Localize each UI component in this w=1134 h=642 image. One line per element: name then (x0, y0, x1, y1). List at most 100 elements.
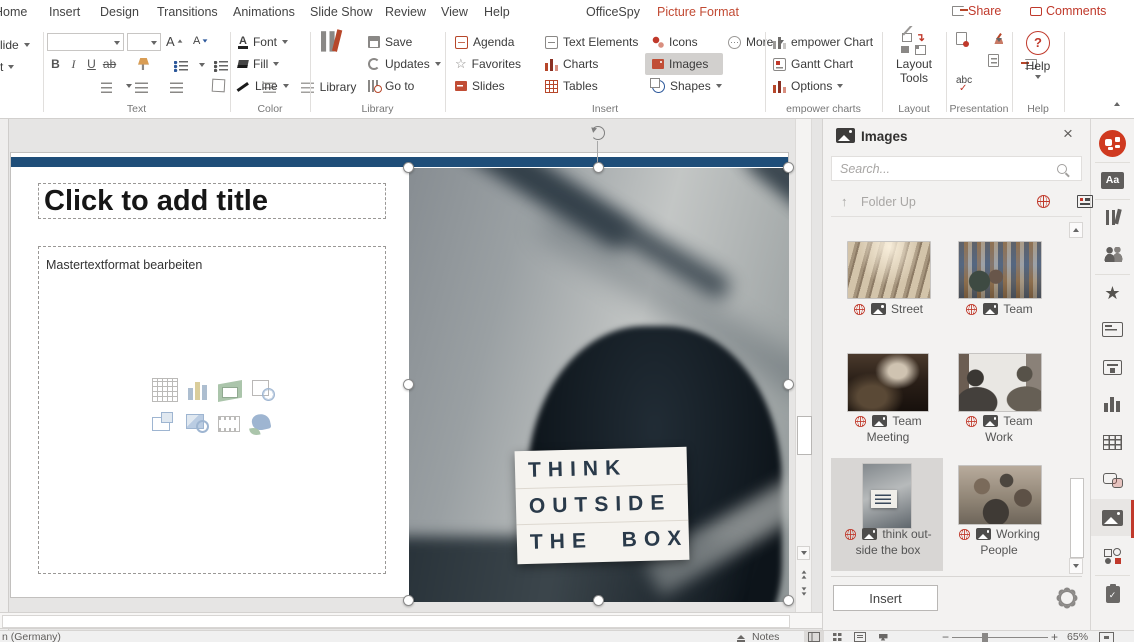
zoom-out-button[interactable]: − (942, 630, 949, 642)
library-button[interactable]: Library (316, 32, 360, 94)
search-input[interactable] (832, 157, 1062, 180)
label-team[interactable]: Team (938, 302, 1060, 316)
insert-table-icon[interactable] (152, 378, 178, 402)
strikethrough-button[interactable]: ab (102, 57, 117, 71)
selection-handle-bottom-middle[interactable] (593, 595, 604, 606)
insert-icons-icon[interactable] (251, 412, 272, 431)
columns-button[interactable] (211, 79, 225, 93)
shrink-font-button[interactable]: A (193, 32, 208, 50)
font-name-combo[interactable] (47, 33, 124, 51)
bullet-list-button[interactable] (174, 61, 188, 72)
insert-screenshot-icon[interactable] (152, 417, 170, 431)
sidebar-empower-logo[interactable] (1091, 125, 1134, 162)
selection-handle-top-middle[interactable] (593, 162, 604, 173)
charts-button[interactable]: Charts (545, 55, 598, 73)
slide-image-think-outside-the-box[interactable]: THINK OUTSIDE THE BOX (409, 168, 789, 602)
tab-picture-format[interactable]: Picture Format (657, 5, 739, 19)
panel-scroll-up-button[interactable] (1069, 222, 1083, 238)
insert-video-icon[interactable] (218, 416, 240, 432)
settings-gear-icon[interactable] (1059, 590, 1075, 606)
underline-button[interactable]: U (84, 57, 99, 71)
scroll-down-button[interactable] (797, 546, 810, 560)
panel-scroll-down-button[interactable] (1069, 558, 1083, 574)
tables-button[interactable]: Tables (545, 77, 598, 95)
sidebar-charts[interactable] (1091, 386, 1134, 423)
layout-button-clipped[interactable]: t (0, 58, 14, 76)
selection-handle-top-right[interactable] (783, 162, 794, 173)
insert-image-button[interactable]: Insert (833, 585, 938, 611)
sidebar-shared-library[interactable] (1091, 236, 1134, 273)
thumbnail-think-outside-the-box[interactable] (862, 463, 912, 529)
zoom-level[interactable]: 65% (1067, 631, 1088, 642)
font-size-combo[interactable] (127, 33, 161, 51)
list-dropdown-icon[interactable] (199, 63, 205, 67)
reading-view-button[interactable] (850, 631, 870, 642)
insert-3d-model-icon[interactable] (252, 380, 269, 396)
tab-insert[interactable]: Insert (49, 5, 80, 19)
clean-dropdown-icon[interactable] (996, 38, 1002, 42)
tab-officespy[interactable]: OfficeSpy (586, 5, 640, 19)
spellcheck-button[interactable]: abc ✓ (956, 76, 972, 94)
tab-home[interactable]: Home (0, 5, 27, 19)
favorites-button[interactable]: ☆ Favorites (455, 55, 521, 73)
align-left-button[interactable] (101, 82, 112, 93)
thumbnail-street[interactable] (847, 241, 931, 299)
notes-button[interactable]: Notes (737, 631, 779, 642)
title-placeholder[interactable]: Click to add title (38, 183, 386, 219)
grow-font-button[interactable]: A (166, 32, 183, 50)
help-button[interactable]: ? Help (1017, 31, 1059, 79)
sidebar-tables[interactable] (1091, 424, 1134, 461)
slideshow-button[interactable] (873, 631, 893, 642)
label-street[interactable]: Street (827, 302, 949, 316)
label-team-work[interactable]: Team (938, 414, 1060, 428)
sidebar-library[interactable] (1091, 199, 1134, 236)
tab-review[interactable]: Review (385, 5, 426, 19)
fit-slide-to-window-icon[interactable] (1099, 632, 1114, 642)
format-painter-icon[interactable] (138, 58, 149, 70)
insert-pictures-icon[interactable] (186, 414, 204, 429)
previous-slide-button[interactable] (797, 567, 810, 581)
collapse-ribbon-icon[interactable] (1114, 102, 1120, 106)
next-slide-button[interactable] (797, 584, 810, 598)
options-button[interactable]: Options (773, 77, 843, 95)
save-button[interactable]: Save (368, 33, 412, 51)
empower-chart-button[interactable]: empower Chart (773, 33, 873, 51)
label-working-people[interactable]: Working (938, 527, 1060, 541)
sidebar-slides[interactable] (1091, 311, 1134, 348)
insert-chart-icon[interactable] (186, 378, 210, 400)
gantt-chart-button[interactable]: Gantt Chart (773, 55, 853, 73)
checklist-icon[interactable] (988, 54, 999, 67)
selection-handle-middle-left[interactable] (403, 379, 414, 390)
sidebar-favorites[interactable]: ★ (1091, 274, 1134, 311)
fill-color-button[interactable]: Fill (238, 55, 279, 73)
text-elements-button[interactable]: Text Elements (545, 33, 638, 51)
selected-tile-think-outside-the-box[interactable]: think out- side the box (831, 458, 943, 571)
check-document-icon[interactable] (956, 32, 967, 45)
font-color-button[interactable]: A Font (238, 33, 288, 51)
numbered-list-button[interactable] (214, 61, 228, 72)
hscrollbar-thumb[interactable] (2, 615, 790, 628)
thumbnail-team-work[interactable] (958, 353, 1042, 412)
selection-handle-top-left[interactable] (403, 162, 414, 173)
panel-scrollbar-thumb[interactable] (1070, 478, 1084, 558)
online-source-icon[interactable] (1037, 195, 1050, 208)
updates-button[interactable]: Updates (368, 55, 441, 73)
editor-horizontal-scrollbar[interactable] (0, 612, 822, 629)
zoom-in-button[interactable]: + (1051, 630, 1058, 642)
folder-up-row[interactable]: ↑ Folder Up (831, 188, 1082, 217)
columns-dropdown-icon[interactable] (126, 84, 132, 88)
sidebar-images-selected[interactable] (1091, 499, 1134, 536)
editor-vertical-scrollbar[interactable] (795, 118, 812, 612)
scrollbar-thumb[interactable] (797, 416, 812, 455)
label-think-outside-the-box[interactable]: think out- (827, 527, 949, 541)
zoom-slider-thumb[interactable] (982, 633, 988, 642)
zoom-slider[interactable] (952, 637, 1048, 638)
tab-slide-show[interactable]: Slide Show (310, 5, 373, 19)
tab-help[interactable]: Help (484, 5, 510, 19)
close-panel-icon[interactable]: × (1063, 124, 1073, 144)
bold-button[interactable]: B (48, 57, 63, 71)
tab-view[interactable]: View (441, 5, 468, 19)
new-slide-button-clipped[interactable]: lide (0, 36, 30, 54)
label-team-meeting[interactable]: Team (827, 414, 949, 428)
tab-transitions[interactable]: Transitions (157, 5, 218, 19)
